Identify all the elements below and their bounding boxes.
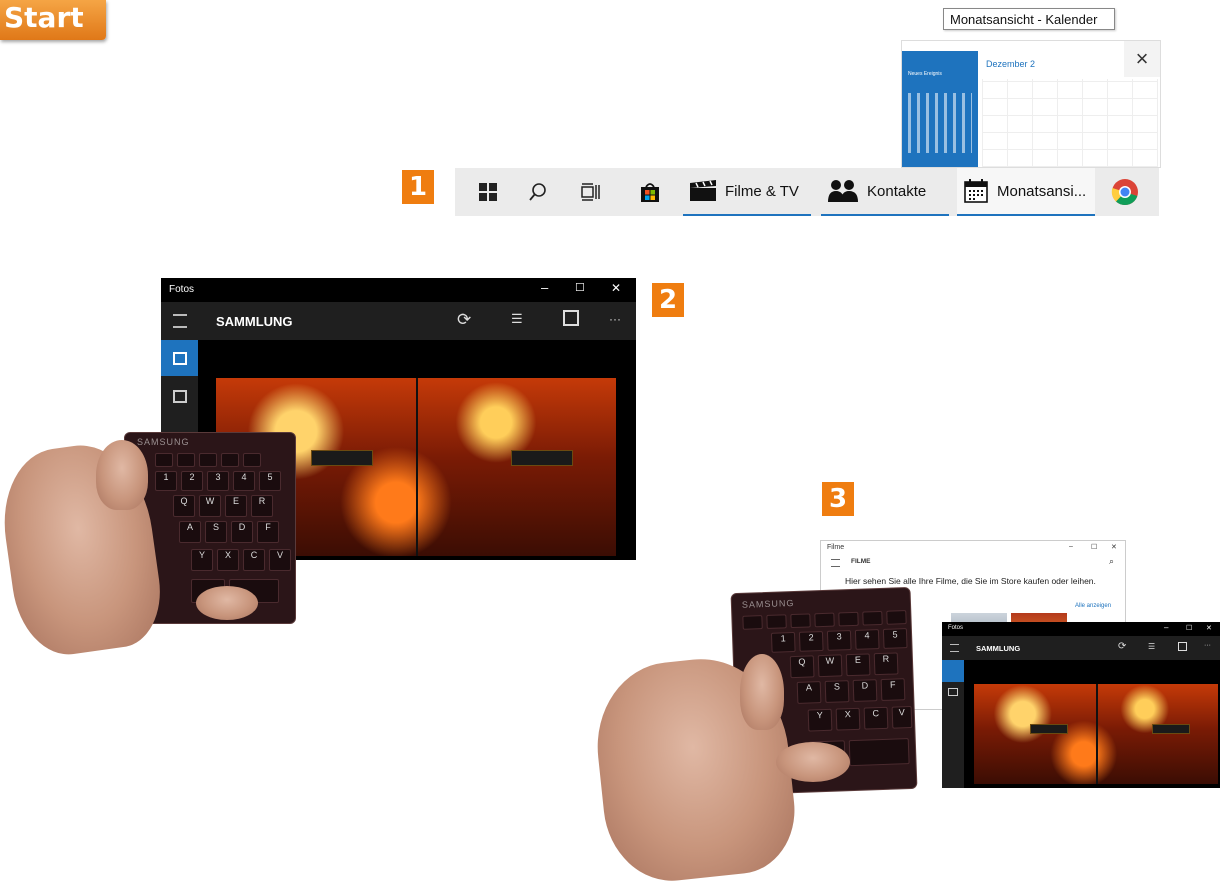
minimize-button[interactable]: – [541, 280, 548, 295]
close-button[interactable]: ✕ [1111, 543, 1117, 551]
contacts-icon [828, 180, 858, 202]
minimize-button[interactable]: – [1164, 623, 1168, 632]
step-1-badge: 1 [402, 170, 434, 204]
section-title: FILME [851, 558, 871, 565]
nav-albums-item[interactable] [161, 380, 198, 416]
more-options-icon[interactable]: ··· [1204, 642, 1211, 649]
store-button[interactable] [627, 168, 673, 216]
maximize-button[interactable]: ☐ [575, 281, 585, 294]
photo-divider [416, 378, 418, 556]
taskbar-app-kontakte[interactable]: Kontakte [821, 168, 949, 216]
fotos-titlebar: Fotos – ☐ ✕ [161, 278, 636, 302]
finger-on-windows-key [740, 654, 784, 730]
section-title: SAMMLUNG [976, 644, 1021, 653]
calendar-new-event: Neues Ereignis [908, 71, 942, 77]
thumb-on-key [196, 586, 258, 620]
close-button[interactable]: ✕ [1206, 624, 1212, 632]
photo-thumbnail[interactable] [974, 684, 1218, 784]
search-button[interactable] [515, 168, 561, 216]
hamburger-menu-icon[interactable] [831, 559, 840, 567]
calendar-month-header: Dezember 2 [986, 59, 1036, 69]
task-view-button[interactable] [567, 168, 613, 216]
calendar-preview-thumbnail[interactable]: Neues Ereignis Dezember 2 × [901, 40, 1161, 168]
select-icon[interactable]: ☰ [1148, 642, 1155, 651]
filme-description: Hier sehen Sie alle Ihre Filme, die Sie … [845, 576, 1096, 586]
calendar-month-grid [982, 79, 1158, 167]
search-icon[interactable]: ⌕ [1109, 556, 1114, 567]
collection-icon [173, 352, 187, 365]
taskbar-app-label: Monatsansi... [997, 182, 1087, 200]
mini-calendar [908, 93, 972, 153]
section-title: SAMMLUNG [216, 314, 293, 329]
fotos-command-bar: SAMMLUNG ⟳ ☰ ··· [161, 302, 636, 340]
space-key [848, 738, 910, 767]
taskbar-app-label: Kontakte [867, 182, 927, 200]
minimize-button[interactable]: – [1069, 543, 1073, 550]
fotos-window-small: Fotos – ☐ ✕ SAMMLUNG ⟳ ☰ ··· [942, 622, 1220, 788]
step-3-badge: 3 [822, 482, 854, 516]
fotos-command-bar: SAMMLUNG ⟳ ☰ ··· [942, 636, 1220, 660]
taskbar-app-filme-tv[interactable]: Filme & TV [683, 168, 811, 216]
view-all-link[interactable]: Alle anzeigen [1075, 603, 1111, 609]
hamburger-menu-icon[interactable] [173, 314, 187, 328]
maximize-button[interactable]: ☐ [1091, 543, 1097, 551]
window-title: Fotos [948, 625, 964, 631]
nav-collection-item[interactable] [942, 660, 964, 682]
preview-close-button[interactable]: × [1124, 41, 1160, 77]
step-2-badge: 2 [652, 283, 684, 317]
windows-icon [479, 183, 497, 201]
finger-on-windows-key [96, 440, 148, 510]
taskbar-app-kalender[interactable]: Monatsansi... [957, 168, 1095, 216]
calendar-icon [964, 179, 988, 203]
thumb-on-key [776, 742, 850, 782]
refresh-icon[interactable]: ⟳ [457, 310, 471, 330]
taskbar-app-chrome[interactable] [1099, 168, 1151, 216]
photo-divider [1096, 684, 1098, 784]
close-button[interactable]: ✕ [611, 281, 621, 295]
refresh-icon[interactable]: ⟳ [1118, 641, 1126, 652]
album-icon[interactable] [948, 688, 958, 696]
clapperboard-icon [690, 180, 716, 201]
search-icon [529, 183, 546, 201]
start-badge: Start [0, 0, 106, 40]
keyboard-brand: SAMSUNG [741, 597, 795, 610]
import-icon[interactable] [1178, 642, 1187, 651]
fotos-titlebar: Fotos – ☐ ✕ [942, 622, 1220, 636]
hamburger-menu-icon[interactable] [950, 644, 959, 652]
keyboard-brand: SAMSUNG [137, 437, 190, 447]
taskbar: Filme & TV Kontakte Monatsansi... [455, 168, 1159, 216]
select-icon[interactable]: ☰ [511, 311, 523, 327]
import-icon[interactable] [563, 310, 579, 326]
chrome-icon [1111, 179, 1138, 206]
more-options-icon[interactable]: ··· [609, 312, 621, 326]
taskbar-tooltip: Monatsansicht - Kalender [943, 8, 1115, 30]
start-button[interactable] [465, 168, 511, 216]
taskbar-app-label: Filme & TV [725, 182, 799, 200]
window-title: Filme [827, 544, 845, 551]
store-icon [641, 183, 659, 202]
album-icon [173, 390, 187, 403]
window-title: Fotos [169, 284, 195, 295]
calendar-sidebar: Neues Ereignis [902, 51, 978, 167]
task-view-icon [581, 183, 600, 201]
fotos-nav-pane [942, 660, 964, 788]
maximize-button[interactable]: ☐ [1186, 624, 1192, 632]
nav-collection-item[interactable] [161, 340, 198, 376]
